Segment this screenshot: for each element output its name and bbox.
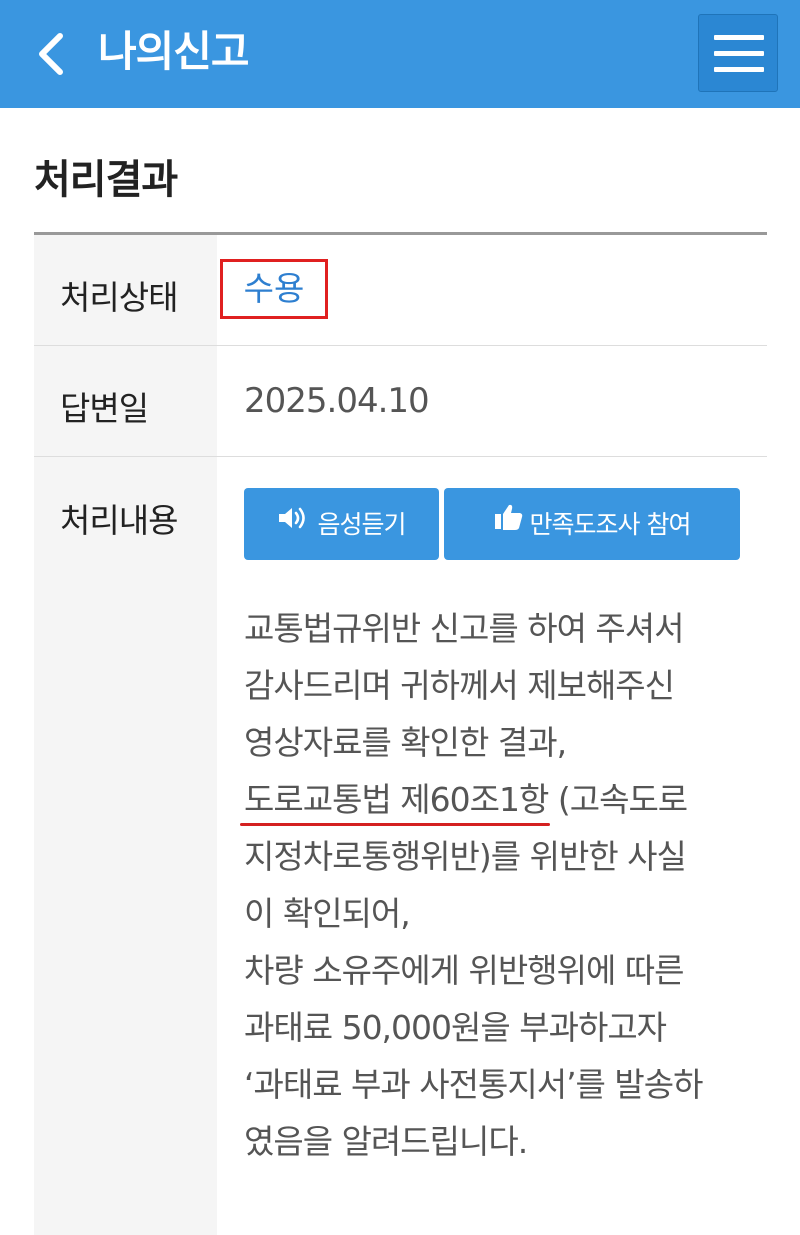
answer-date-row: 답변일 2025.04.10 [34, 346, 767, 457]
listen-button-label: 음성듣기 [317, 510, 406, 539]
result-table: 처리상태 수용 답변일 2025.04.10 처리내용 음성듣기 만족도조사 참… [34, 232, 767, 1235]
content-line: 도로교통법 제60조1항 (고속도로 [239, 771, 744, 828]
status-label: 처리상태 [60, 278, 178, 317]
content-line: 차량 소유주에게 위반행위에 따른 [244, 951, 685, 990]
status-badge: 수용 [220, 259, 328, 319]
content-line: 과태료 50,000원을 부과하고자 [244, 1008, 667, 1047]
survey-button-label: 만족도조사 참여 [529, 510, 692, 539]
content-line: 이 확인되어, [244, 894, 411, 933]
content-line: 영상자료를 확인한 결과, [244, 723, 567, 762]
content-line: 였음을 알려드립니다. [244, 1122, 528, 1161]
content-line: 지정차로통행위반)를 위반한 사실 [244, 837, 687, 876]
result-content-text: 교통법규위반 신고를 하여 주셔서 감사드리며 귀하께서 제보해주신 영상자료를… [239, 600, 744, 1170]
survey-button[interactable]: 만족도조사 참여 [444, 488, 740, 560]
content-line-rest: (고속도로 [548, 780, 688, 819]
listen-button[interactable]: 음성듣기 [244, 488, 439, 560]
menu-button[interactable] [698, 14, 778, 92]
answer-date-value: 2025.04.10 [244, 381, 430, 421]
page-title: 나의신고 [98, 27, 250, 76]
thumbs-up-icon [494, 487, 524, 559]
chevron-left-icon [39, 33, 63, 75]
section-title: 처리결과 [34, 157, 178, 203]
speaker-icon [277, 487, 311, 559]
law-article-highlight: 도로교통법 제60조1항 [239, 771, 551, 828]
status-row: 처리상태 수용 [34, 235, 767, 346]
answer-date-label: 답변일 [60, 389, 149, 428]
content-line: 감사드리며 귀하께서 제보해주신 [244, 666, 675, 705]
app-header: 나의신고 [0, 0, 800, 108]
content-label: 처리내용 [60, 501, 178, 540]
back-button[interactable] [26, 26, 82, 82]
content-line: 교통법규위반 신고를 하여 주셔서 [244, 609, 685, 648]
content-line: ‘과태료 부과 사전통지서’를 발송하 [244, 1065, 704, 1104]
